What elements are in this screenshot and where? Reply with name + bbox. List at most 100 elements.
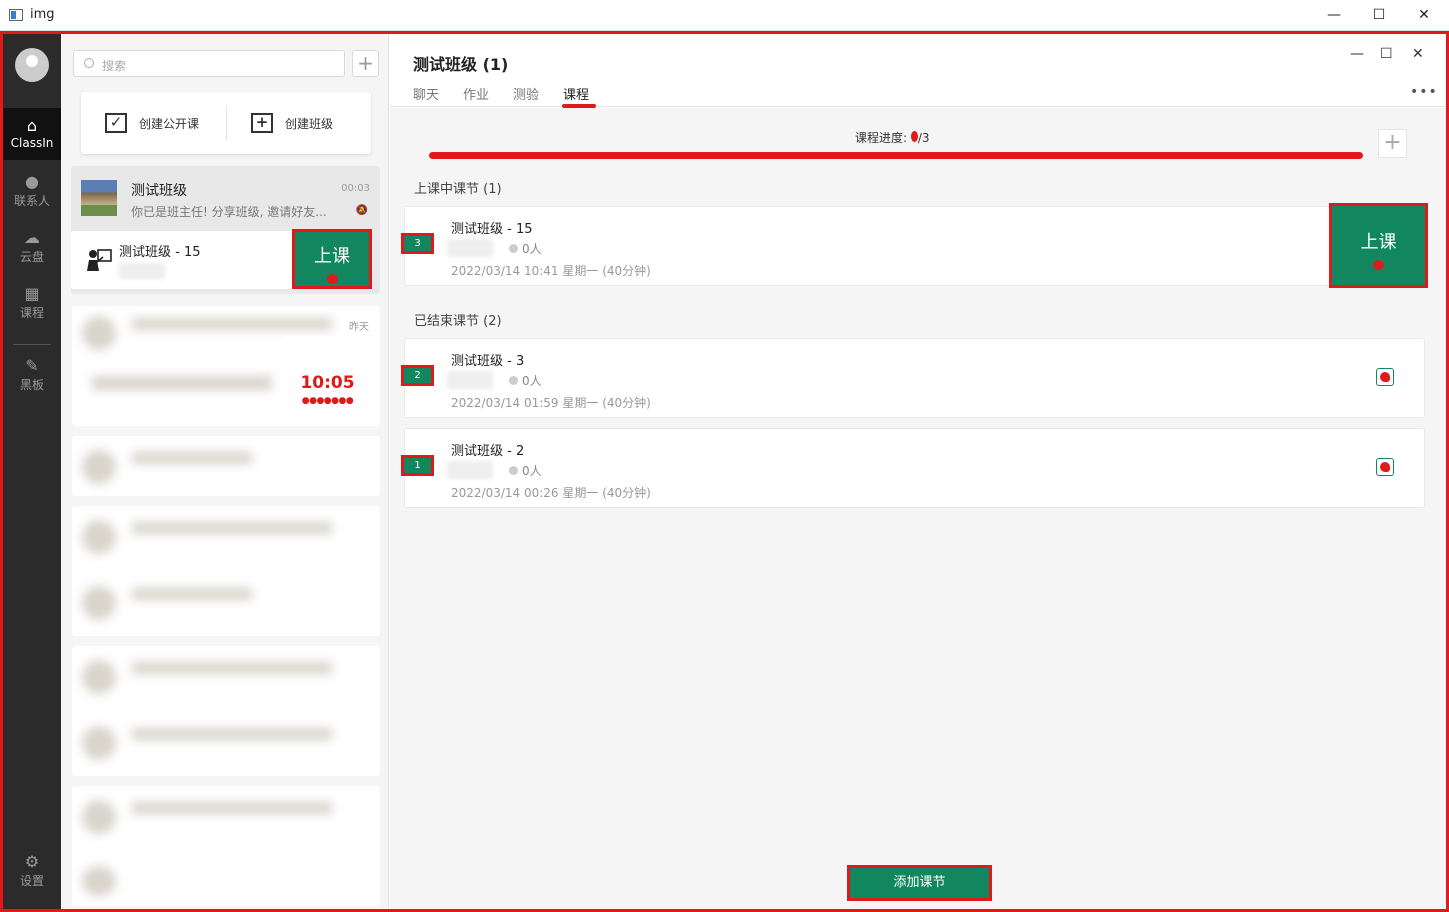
rail-item-label: 黑板	[19, 378, 44, 392]
playback-icon[interactable]	[1376, 368, 1394, 386]
create-class-label: 创建班级	[285, 117, 334, 131]
tab-chat[interactable]: 聊天	[413, 84, 439, 103]
main-header: 测试班级 (1) — ☐ ✕	[390, 34, 1446, 107]
progress-bar	[429, 152, 1363, 159]
more-icon[interactable]: •••	[1410, 84, 1438, 100]
lesson-name: 测试班级 - 15	[451, 222, 533, 237]
lesson-people: 0人	[509, 462, 542, 479]
create-open-course-button[interactable]: ✓ 创建公开课	[105, 113, 199, 135]
people-count: 0人	[522, 464, 542, 478]
list-item[interactable]	[72, 436, 380, 496]
rail-item-contacts[interactable]: ● 联系人	[3, 164, 61, 216]
progress-label-text: 课程进度:	[855, 131, 911, 145]
rail-item-label: ClassIn	[10, 136, 54, 150]
window-title: img	[30, 7, 55, 22]
settings-icon: ⚙	[24, 852, 40, 871]
notif-time: 10:05	[300, 373, 355, 393]
progress-label: 课程进度: /3	[855, 129, 930, 146]
rail-item-classin[interactable]: ⌂ ClassIn	[3, 108, 61, 160]
ended-header: 已结束课节 (2)	[414, 314, 502, 329]
avatar[interactable]	[15, 48, 49, 82]
minimize-icon[interactable]: —	[1350, 46, 1364, 62]
add-lesson-button[interactable]: 添加课节	[847, 865, 992, 901]
tab-indicator	[562, 104, 596, 108]
home-icon: ⌂	[26, 116, 38, 135]
lesson-name: 测试班级 - 2	[451, 444, 525, 459]
class-thumbnail	[81, 180, 117, 216]
person-icon	[509, 244, 518, 253]
mute-icon: 🔕	[355, 205, 368, 216]
checkbox-icon: ✓	[105, 113, 127, 133]
create-panel: ✓ 创建公开课 + 创建班级	[81, 92, 371, 154]
create-open-course-label: 创建公开课	[139, 117, 200, 131]
redaction-mark	[1373, 260, 1384, 270]
maximize-icon[interactable]: ☐	[1367, 4, 1391, 26]
rail-item-label: 课程	[19, 306, 44, 320]
calendar-icon: ▦	[24, 284, 40, 303]
lesson-people: 0人	[509, 372, 542, 389]
lesson-row[interactable]: 测试班级 - 2 0人 2022/03/14 00:26 星期一 (40分钟)	[404, 428, 1425, 508]
search-placeholder: 搜索	[102, 59, 127, 73]
conversation-name: 测试班级	[131, 183, 187, 199]
close-icon[interactable]: ✕	[1412, 46, 1424, 62]
lesson-row[interactable]: 测试班级 - 3 0人 2022/03/14 01:59 星期一 (40分钟)	[404, 338, 1425, 418]
teacher-icon	[87, 249, 112, 271]
conversation-snippet: 你已是班主任! 分享班级, 邀请好友...	[131, 205, 327, 219]
page-title: 测试班级 (1)	[413, 55, 509, 74]
create-class-button[interactable]: + 创建班级	[251, 113, 333, 135]
blurred-text	[447, 461, 493, 479]
lesson-people: 0人	[509, 240, 542, 257]
blurred-text	[119, 263, 165, 279]
maximize-icon[interactable]: ☐	[1380, 46, 1393, 62]
list-item[interactable]	[72, 646, 380, 776]
window-titlebar: img — ☐ ✕	[0, 0, 1449, 31]
blurred-text	[447, 371, 493, 389]
minimize-icon[interactable]: —	[1322, 4, 1346, 26]
lesson-number-badge: 3	[401, 233, 434, 254]
contacts-icon: ●	[25, 172, 39, 191]
add-button[interactable]: +	[352, 50, 379, 77]
list-item[interactable]	[72, 506, 380, 636]
lesson-datetime: 2022/03/14 00:26 星期一 (40分钟)	[451, 486, 651, 500]
lesson-datetime: 2022/03/14 01:59 星期一 (40分钟)	[451, 396, 651, 410]
playback-icon[interactable]	[1376, 458, 1394, 476]
search-input[interactable]: 搜索	[73, 50, 345, 77]
redaction-mark	[326, 274, 338, 284]
close-icon[interactable]: ✕	[1412, 4, 1436, 26]
lesson-name: 测试班级 - 3	[451, 354, 525, 369]
rail-item-label: 云盘	[19, 250, 44, 264]
add-lesson-icon[interactable]: +	[1378, 129, 1407, 158]
cloud-icon: ☁	[24, 228, 40, 247]
rail-item-settings[interactable]: ⚙ 设置	[3, 844, 61, 896]
person-icon	[509, 466, 518, 475]
blackboard-icon: ✎	[25, 356, 39, 375]
conversation-time: 00:03	[341, 183, 370, 194]
lesson-number-badge: 2	[401, 365, 434, 386]
rail-item-blackboard[interactable]: ✎ 黑板	[3, 348, 61, 400]
divider	[226, 106, 227, 140]
start-class-label: 上课	[314, 246, 350, 267]
rail-item-cloud[interactable]: ☁ 云盘	[3, 220, 61, 272]
progress-value: /3	[917, 131, 930, 145]
blurred-text	[447, 239, 493, 257]
rail-item-courses[interactable]: ▦ 课程	[3, 276, 61, 328]
start-class-label: 上课	[1360, 232, 1397, 253]
search-icon	[84, 58, 94, 68]
people-count: 0人	[522, 374, 542, 388]
nav-rail: ⌂ ClassIn ● 联系人 ☁ 云盘 ▦ 课程 ✎ 黑板 ⚙ 设置	[3, 34, 61, 909]
in-progress-header: 上课中课节 (1)	[414, 182, 502, 197]
rail-item-label: 设置	[19, 874, 44, 888]
start-class-button[interactable]: 上课	[292, 229, 372, 289]
person-icon	[509, 376, 518, 385]
lesson-row[interactable]: 测试班级 - 15 0人 2022/03/14 10:41 星期一 (40分钟)	[404, 206, 1425, 286]
sub-lesson-name: 测试班级 - 15	[119, 245, 201, 260]
start-class-button[interactable]: 上课	[1329, 203, 1428, 288]
plus-box-icon: +	[251, 113, 273, 133]
list-item[interactable]	[72, 786, 380, 906]
tab-courses[interactable]: 课程	[563, 84, 589, 103]
tab-homework[interactable]: 作业	[463, 84, 489, 103]
rail-item-label: 联系人	[13, 194, 50, 208]
notification-badge: 10:05 ●●●●●●●	[285, 336, 370, 422]
tab-quiz[interactable]: 测验	[513, 84, 539, 103]
redaction-mark	[910, 131, 918, 142]
